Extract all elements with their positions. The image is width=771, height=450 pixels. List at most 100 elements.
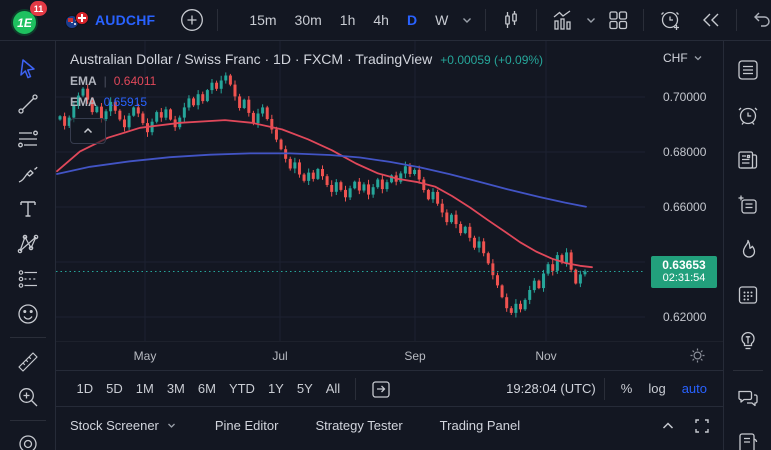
right-sidebar [723,41,771,450]
month-label: Jul [272,349,288,363]
price-axis[interactable]: CHF 0.70000 0.68000 0.66000 0.64000 0.62… [645,41,723,370]
undo-arrow-icon [754,12,770,27]
chart-style-button[interactable] [494,4,528,36]
chevron-up-icon [83,127,93,134]
pattern-tool-button[interactable] [11,226,45,261]
fib-retracement-tool-button[interactable] [11,121,45,156]
chevron-down-icon [463,18,472,23]
bar-replay-button[interactable] [694,4,728,36]
bottom-panel: Stock Screener Pine Editor Strategy Test… [56,406,723,450]
cursor-icon [19,58,35,78]
log-scale-button[interactable]: log [640,381,673,396]
indicator-row-ema-slow[interactable]: EMA 0.65915 [70,95,543,109]
range-1y[interactable]: 1Y [261,376,290,402]
app-logo[interactable]: 1E 11 [11,1,47,36]
last-price-badge: 0.63653 02:31:54 [651,255,717,288]
timeframe-1d-active[interactable]: D [398,4,426,36]
emoji-tool-button[interactable] [11,296,45,331]
toolbar-divider [603,377,605,400]
ruler-icon [17,351,38,372]
month-label: Nov [535,349,557,363]
price-tick: 0.68000 [663,145,707,159]
tab-stock-screener[interactable]: Stock Screener [70,418,178,433]
range-5y[interactable]: 5Y [290,376,319,402]
chart-settings-button[interactable] [687,345,707,365]
fib-retracement-icon [17,130,38,147]
brush-tool-button[interactable] [11,156,45,191]
zoom-in-tool-button[interactable] [11,379,45,414]
indicator-row-ema-fast[interactable]: EMA | 0.64011 [70,74,543,88]
symbol-name: AUDCHF [95,12,156,28]
price-change: +0.00059 (+0.09%) [440,53,544,67]
timeframe-1h[interactable]: 1h [331,4,365,36]
measure-tool-button[interactable] [11,344,45,379]
timeframe-30m[interactable]: 30m [286,4,331,36]
timeframe-1w[interactable]: W [426,4,457,36]
panel-expand-button[interactable] [659,417,677,435]
replay-rewind-icon [703,13,719,27]
time-axis[interactable]: May Jul Sep Nov [56,341,723,370]
panel-maximize-button[interactable] [693,417,711,435]
chart-pane[interactable]: Australian Dollar / Swiss Franc · 1D · F… [56,41,645,341]
hotlists-button[interactable] [731,233,765,267]
go-to-date-button[interactable] [370,378,392,400]
month-label: May [133,349,157,363]
undo-button[interactable] [745,4,771,36]
range-3m[interactable]: 3M [160,376,191,402]
chats-button[interactable] [731,381,765,415]
timeframe-menu-button[interactable] [457,4,477,36]
symbol-search-button[interactable]: AUDCHF [65,11,155,29]
chevron-down-icon [694,56,702,61]
switzerland-flag-icon [75,11,89,25]
layout-grid-button[interactable] [601,4,635,36]
range-1d[interactable]: 1D [70,376,100,402]
watchlist-button[interactable] [731,53,765,87]
calendar-button[interactable] [731,278,765,312]
month-label: Sep [404,349,426,363]
forecast-tool-button[interactable] [11,261,45,296]
create-alert-button[interactable] [652,4,688,36]
ideas-button[interactable] [731,323,765,357]
range-5d[interactable]: 5D [100,376,130,402]
range-ytd[interactable]: YTD [222,376,261,402]
tab-strategy-tester[interactable]: Strategy Tester [315,418,402,433]
chart-title[interactable]: Australian Dollar / Swiss Franc · 1D · F… [70,51,432,67]
indicators-menu-button[interactable] [581,4,601,36]
chevron-down-icon [587,18,596,23]
add-symbol-button[interactable] [175,4,209,36]
range-6m[interactable]: 6M [191,376,222,402]
tradingview-app: 1E 11 AUDCHF 15m 30m 1h 4h D W Australia… [0,0,771,450]
percent-scale-button[interactable]: % [613,381,641,396]
last-price-value: 0.63653 [662,257,706,272]
range-1m[interactable]: 1M [129,376,160,402]
tab-pine-editor[interactable]: Pine Editor [215,418,279,433]
notes-button[interactable] [731,426,765,450]
trend-line-tool-button[interactable] [11,86,45,121]
audchf-flags-icon [65,11,89,29]
timeframe-4h[interactable]: 4h [364,4,398,36]
top-toolbar: 1E 11 AUDCHF 15m 30m 1h 4h D W [0,0,771,41]
cursor-tool-button[interactable] [11,51,45,86]
currency-selector[interactable]: CHF [663,51,704,65]
news-icon [737,151,757,169]
clock-utc[interactable]: 19:28:04 (UTC) [506,381,596,396]
tab-trading-panel[interactable]: Trading Panel [440,418,520,433]
lightbulb-icon [740,332,755,350]
magnet-tool-button[interactable] [11,427,45,450]
timeframe-15m[interactable]: 15m [240,4,285,36]
indicators-button[interactable] [545,4,581,36]
text-notes-button[interactable] [731,188,765,222]
range-all[interactable]: All [319,376,346,402]
news-button[interactable] [731,143,765,177]
alarm-clock-icon [738,107,757,125]
alerts-button[interactable] [731,98,765,132]
text-tool-button[interactable] [11,191,45,226]
price-tick: 0.62000 [663,310,707,324]
indicator-value: 0.65915 [103,95,148,109]
plus-circle-icon [181,9,204,31]
chevron-down-icon [167,423,175,428]
legend-collapse-button[interactable] [70,118,106,144]
auto-scale-button[interactable]: auto [674,381,709,396]
grid-layout-icon [609,11,628,30]
notification-badge: 11 [30,1,47,16]
